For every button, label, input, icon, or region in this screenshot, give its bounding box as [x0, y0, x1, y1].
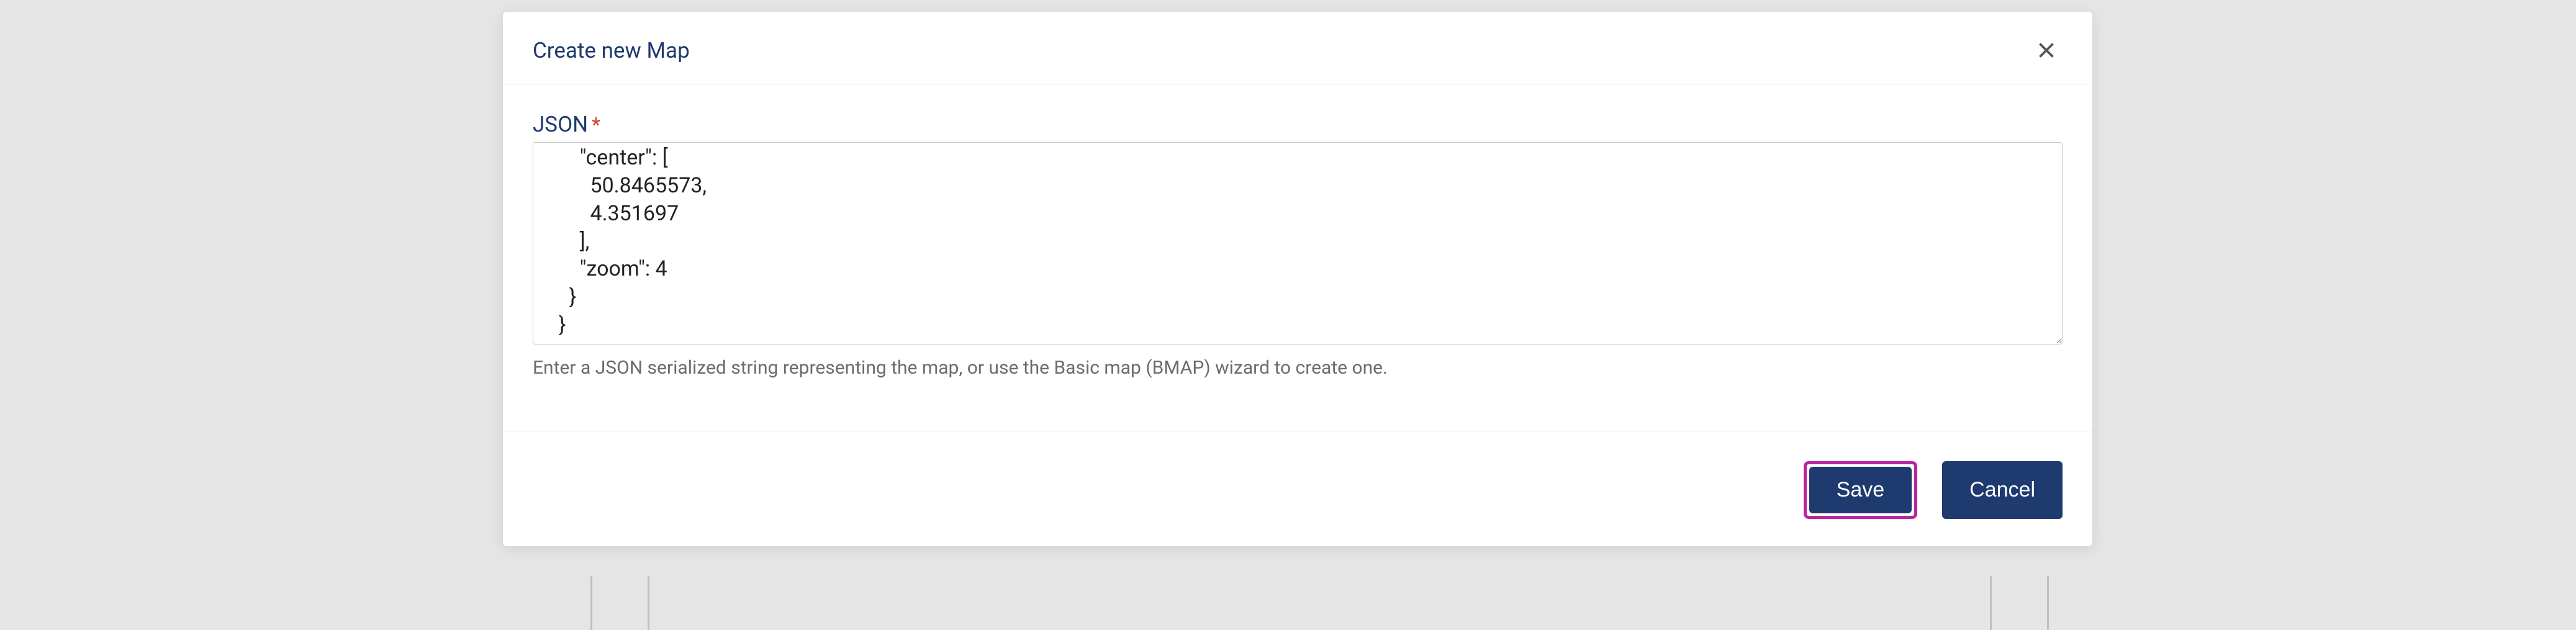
close-icon [2035, 39, 2058, 61]
required-asterisk: * [592, 113, 600, 137]
modal-footer: Save Cancel [503, 431, 2092, 546]
save-button[interactable]: Save [1809, 467, 1912, 513]
modal-body: JSON* Enter a JSON serialized string rep… [503, 84, 2092, 394]
modal-header: Create new Map [503, 12, 2092, 84]
json-field-group: JSON* Enter a JSON serialized string rep… [533, 112, 2063, 379]
json-help-text: Enter a JSON serialized string represent… [533, 357, 2063, 379]
modal-title: Create new Map [533, 38, 690, 63]
save-button-highlight: Save [1804, 461, 1918, 519]
textarea-wrapper [533, 142, 2063, 347]
json-input[interactable] [533, 142, 2063, 344]
create-map-modal: Create new Map JSON* Enter a JSON serial… [503, 12, 2092, 546]
cancel-button[interactable]: Cancel [1942, 461, 2063, 519]
close-button[interactable] [2030, 34, 2063, 66]
json-field-label: JSON [533, 112, 588, 137]
